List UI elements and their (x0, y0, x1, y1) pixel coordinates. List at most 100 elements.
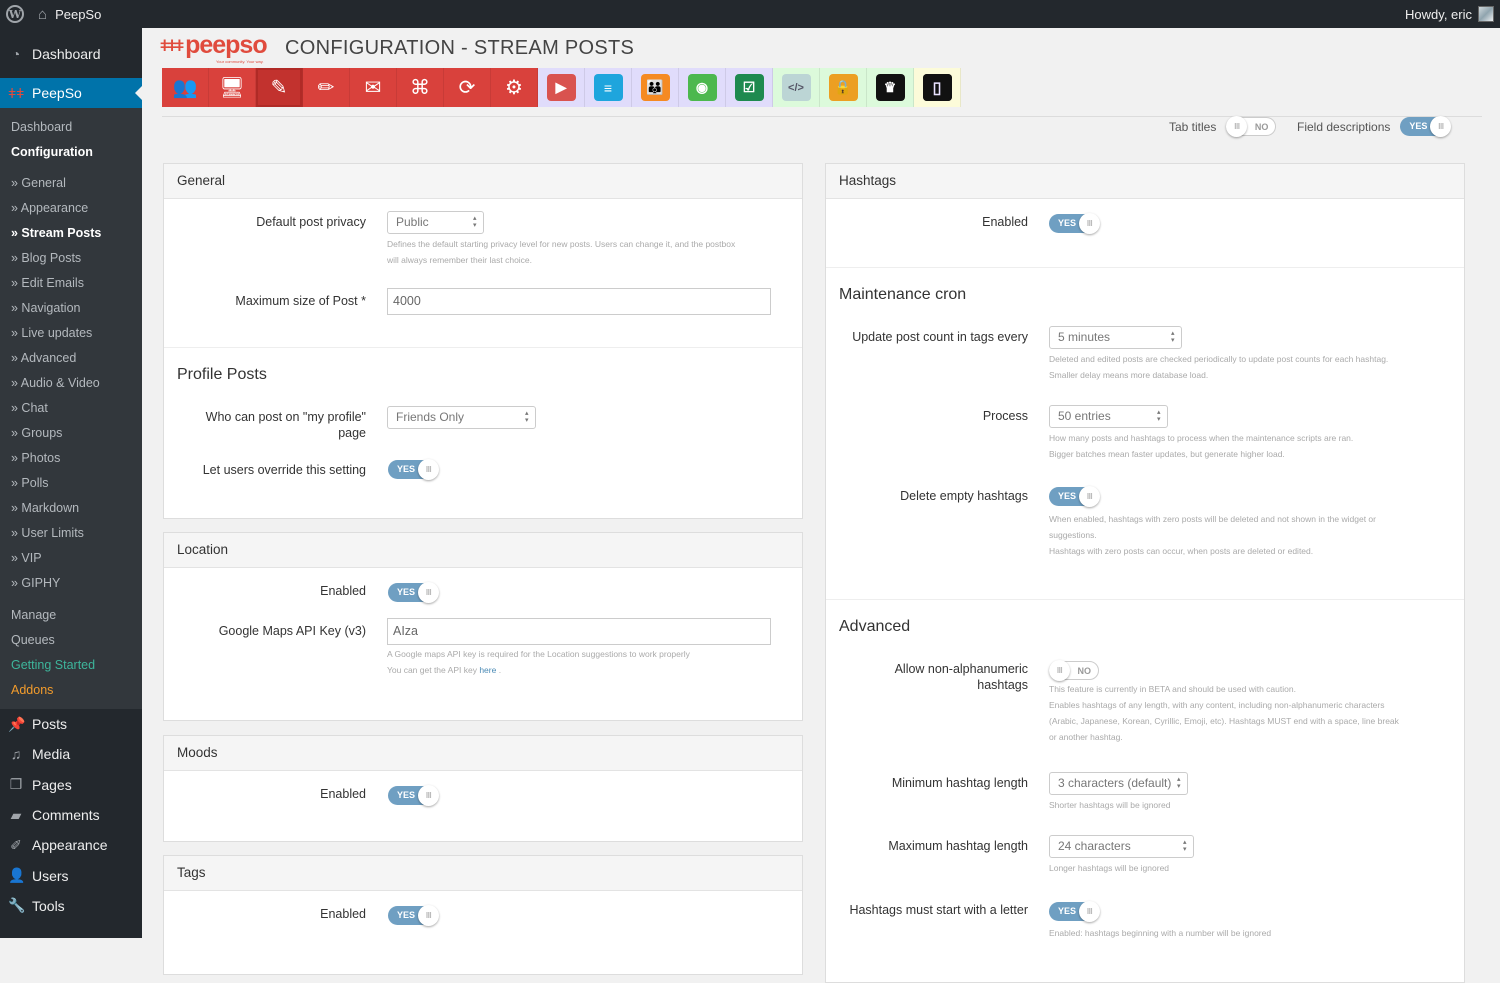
google-maps-key-input[interactable]: AIza (387, 618, 771, 645)
submenu-chat[interactable]: » Chat (0, 396, 142, 421)
tags-enabled-toggle[interactable]: YES III (388, 905, 439, 926)
start-with-letter-toggle[interactable]: YES III (1049, 901, 1100, 922)
submenu-blog-posts[interactable]: » Blog Posts (0, 246, 142, 271)
home-icon: ⌂ (38, 5, 48, 23)
submenu-configuration[interactable]: Configuration (0, 140, 142, 165)
field-hint: Deleted and edited posts are checked per… (1049, 351, 1459, 383)
override-setting-toggle[interactable]: YES III (388, 459, 439, 480)
submenu-dashboard[interactable]: Dashboard (0, 115, 142, 140)
toggle-knob: III (418, 905, 439, 926)
config-tab-audio-video[interactable]: ▶ (538, 68, 585, 107)
config-tab-blog-posts[interactable]: ✏ (303, 68, 350, 107)
sidebar-item-dashboard[interactable]: ◔ Dashboard (0, 39, 142, 69)
toggle-knob: III (1079, 486, 1100, 507)
advanced-icon: ⚙ (505, 77, 523, 99)
non-alphanumeric-toggle[interactable]: NO III (1049, 660, 1099, 681)
submenu-markdown[interactable]: » Markdown (0, 496, 142, 521)
chat-icon: ≡ (593, 74, 623, 101)
toggle-knob: III (418, 459, 439, 480)
site-name: PeepSo (55, 6, 102, 22)
config-tab-edit-emails[interactable]: ✉ (350, 68, 397, 107)
api-key-link[interactable]: here (479, 665, 496, 675)
who-can-post-select[interactable]: Friends Only (387, 406, 536, 429)
config-tab-groups[interactable]: 👪 (632, 68, 679, 107)
wordpress-logo-icon[interactable]: W (6, 5, 24, 23)
hint-text: . (496, 665, 502, 675)
title-sub: STREAM POSTS (473, 37, 635, 59)
config-tab-markdown[interactable]: </> (773, 68, 820, 107)
hint-line: How many posts and hashtags to process w… (1049, 433, 1354, 443)
submenu-groups[interactable]: » Groups (0, 421, 142, 446)
config-tab-giphy[interactable]: ▯ (914, 68, 961, 107)
submenu-general[interactable]: » General (0, 171, 142, 196)
peepso-icon: ǂǂ (8, 85, 25, 101)
update-post-count-select[interactable]: 5 minutes (1049, 326, 1182, 349)
field-label: Process (982, 409, 1028, 423)
delete-empty-toggle[interactable]: YES III (1049, 486, 1100, 507)
field-hint: Longer hashtags will be ignored (1049, 863, 1170, 873)
field-label: Hashtags must start with a letter (849, 903, 1028, 917)
hashtags-enabled-toggle[interactable]: YES III (1049, 213, 1100, 234)
avatar (1478, 6, 1494, 22)
config-tab-community[interactable]: 👥 (162, 68, 209, 107)
submenu-giphy[interactable]: » GIPHY (0, 571, 142, 596)
process-select[interactable]: 50 entries (1049, 405, 1168, 428)
max-length-select[interactable]: 24 characters (1049, 835, 1194, 858)
sidebar-item-appearance[interactable]: ✐ Appearance (0, 830, 142, 860)
submenu-advanced[interactable]: » Advanced (0, 346, 142, 371)
field-hint: Defines the default starting privacy lev… (387, 236, 797, 268)
submenu-live-updates[interactable]: » Live updates (0, 321, 142, 346)
config-tab-polls[interactable]: ☑ (726, 68, 773, 107)
user-icon: 👤 (8, 867, 26, 884)
config-tab-advanced[interactable]: ⚙ (491, 68, 538, 107)
max-post-size-input[interactable]: 4000 (387, 288, 771, 315)
submenu-edit-emails[interactable]: » Edit Emails (0, 271, 142, 296)
field-label: Maximum hashtag length (888, 839, 1028, 853)
submenu-appearance[interactable]: » Appearance (0, 196, 142, 221)
sidebar-item-comments[interactable]: ▰ Comments (0, 800, 142, 830)
config-tab-live-updates[interactable]: ⟳ (444, 68, 491, 107)
config-tab-chat[interactable]: ≡ (585, 68, 632, 107)
config-tab-photos[interactable]: ◉ (679, 68, 726, 107)
field-hint: This feature is currently in BETA and sh… (1049, 681, 1459, 745)
default-post-privacy-select[interactable]: Public (387, 211, 484, 234)
config-tab-user-limits[interactable]: 🔒 (820, 68, 867, 107)
field-descriptions-toggle[interactable]: YES III (1400, 116, 1452, 137)
config-tab-navigation[interactable]: ⌘ (397, 68, 444, 107)
min-length-select[interactable]: 3 characters (default) (1049, 772, 1188, 795)
moods-enabled-toggle[interactable]: YES III (388, 785, 439, 806)
user-menu[interactable]: Howdy, eric (1405, 0, 1494, 28)
toggle-state: YES (397, 464, 416, 474)
sidebar-item-label: Dashboard (32, 46, 101, 62)
config-tab-stream-posts[interactable]: ✎ (256, 68, 303, 107)
submenu-polls[interactable]: » Polls (0, 471, 142, 496)
tab-titles-toggle[interactable]: NO III (1226, 116, 1277, 137)
config-tab-appearance[interactable]: 🖥 (209, 68, 256, 107)
dashboard-icon: ◔ (11, 46, 21, 62)
sidebar-item-users[interactable]: 👤 Users (0, 860, 142, 890)
location-enabled-toggle[interactable]: YES III (388, 582, 439, 603)
divider (826, 267, 1464, 268)
submenu-vip[interactable]: » VIP (0, 546, 142, 571)
submenu-user-limits[interactable]: » User Limits (0, 521, 142, 546)
sidebar-item-posts[interactable]: 📌 Posts (0, 709, 142, 739)
sidebar-item-pages[interactable]: ❐ Pages (0, 770, 142, 800)
submenu-navigation[interactable]: » Navigation (0, 296, 142, 321)
submenu-manage[interactable]: Manage (0, 603, 142, 628)
submenu-getting-started[interactable]: Getting Started (0, 653, 142, 678)
submenu-audio-video[interactable]: » Audio & Video (0, 371, 142, 396)
submenu-stream-posts[interactable]: » Stream Posts (0, 221, 142, 246)
field-hint: When enabled, hashtags with zero posts w… (1049, 511, 1459, 559)
config-tab-toolbar: 👥 🖥 ✎ ✏ ✉ ⌘ ⟳ ⚙ ▶ ≡ 👪 ◉ ☑ </> 🔒 ♛ ▯ (162, 68, 961, 107)
submenu-photos[interactable]: » Photos (0, 446, 142, 471)
config-tab-vip[interactable]: ♛ (867, 68, 914, 107)
site-name-link[interactable]: ⌂ PeepSo (38, 6, 101, 23)
sidebar-item-tools[interactable]: 🔧 Tools (0, 891, 142, 921)
edit-emails-icon: ✉ (364, 77, 382, 99)
sidebar-item-peepso[interactable]: ǂǂ PeepSo (0, 78, 142, 108)
submenu-addons[interactable]: Addons (0, 678, 142, 703)
submenu-queues[interactable]: Queues (0, 628, 142, 653)
sidebar-item-label: Users (32, 867, 69, 884)
sidebar-item-media[interactable]: ♫ Media (0, 739, 142, 769)
sidebar-item-label: Pages (32, 776, 72, 793)
